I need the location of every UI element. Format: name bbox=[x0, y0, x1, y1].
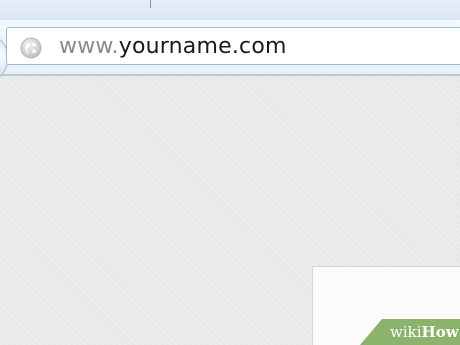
watermark-brand-bold: How bbox=[421, 323, 459, 341]
wikihow-watermark: wikiHow bbox=[360, 319, 460, 345]
address-bar[interactable]: www.yourname.com bbox=[6, 27, 460, 65]
browser-window: www.yourname.com wikiHow bbox=[0, 0, 460, 345]
globe-icon bbox=[20, 37, 42, 59]
url-domain: yourname.com bbox=[118, 34, 287, 59]
url-prefix: www. bbox=[59, 34, 119, 59]
navigation-toolbar: www.yourname.com bbox=[0, 20, 460, 82]
watermark-text: wikiHow bbox=[390, 322, 459, 342]
watermark-brand-light: wiki bbox=[390, 323, 422, 341]
tab-strip bbox=[0, 0, 460, 21]
tab-separator bbox=[150, 0, 151, 8]
url-text: www.yourname.com bbox=[59, 34, 287, 60]
